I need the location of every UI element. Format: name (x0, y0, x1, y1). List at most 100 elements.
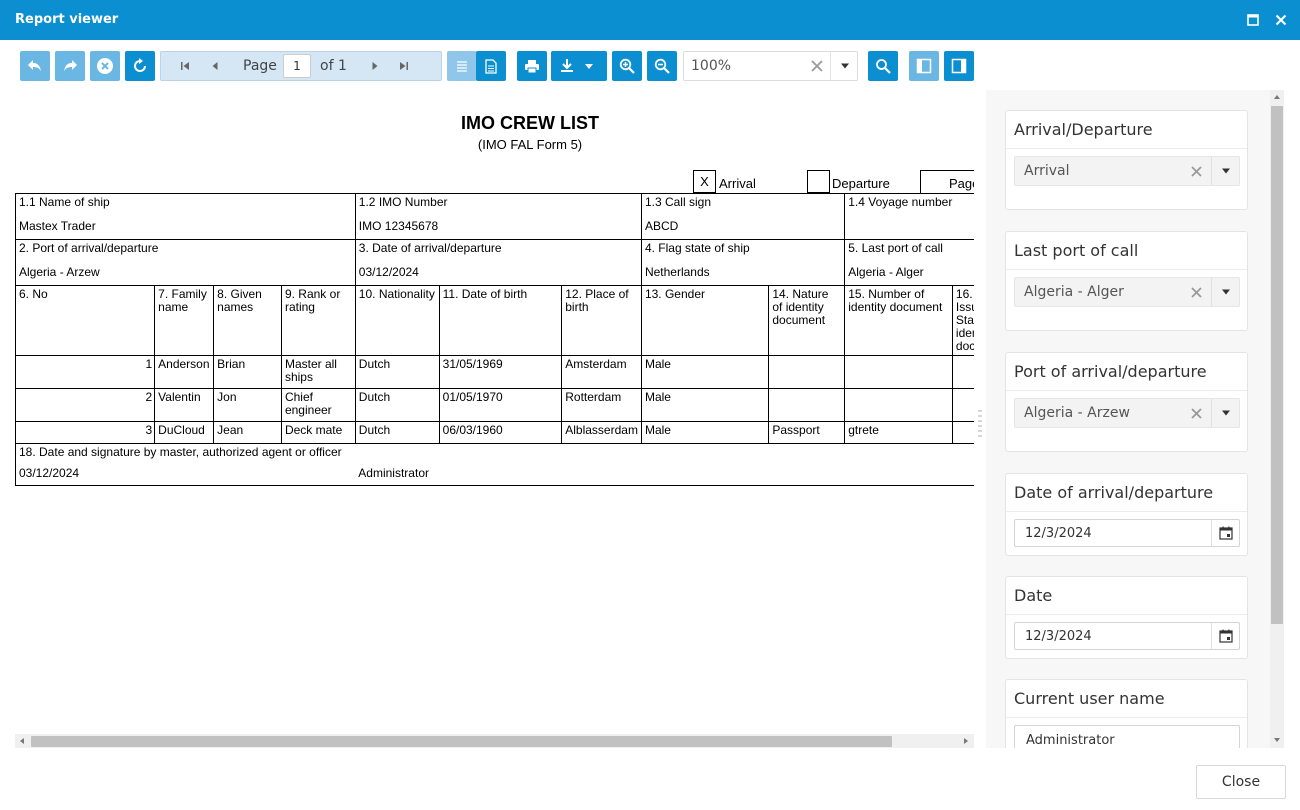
zoom-dropdown-toggle[interactable] (830, 52, 858, 80)
signature-date: 03/12/2024 (15, 464, 356, 486)
chevron-down-icon (1222, 168, 1230, 174)
multi-page-button[interactable] (476, 51, 506, 81)
previous-page-icon[interactable] (209, 60, 221, 72)
dropdown-toggle[interactable] (1211, 399, 1240, 427)
dropdown-toggle[interactable] (1211, 157, 1240, 185)
vertical-scrollbar[interactable] (1270, 90, 1284, 748)
clear-icon[interactable] (1190, 165, 1203, 178)
toolbar: Page 1 of 1 100% (0, 40, 1300, 115)
refresh-button[interactable] (125, 51, 155, 81)
flag-state-label: 4. Flag state of ship (640, 239, 846, 264)
crew-table: 1.1 Name of ship 1.2 IMO Number 1.3 Call… (15, 193, 974, 486)
table-row: 3 DuCloud Jean Deck mate Dutch 06/03/196… (15, 421, 974, 444)
redo-icon (64, 60, 77, 71)
row-family-name: DuCloud (154, 421, 215, 444)
dropdown-toggle[interactable] (1211, 278, 1240, 306)
print-button[interactable] (517, 51, 547, 81)
param-date-arrival: Date of arrival/departure 12/3/2024 (1005, 473, 1248, 556)
close-button[interactable]: Close (1196, 765, 1286, 799)
close-icon[interactable] (1272, 11, 1290, 29)
divider (1006, 511, 1247, 512)
ship-name: Mastex Trader (15, 217, 356, 240)
zoom-in-button[interactable] (612, 51, 642, 81)
row-given-names: Brian (213, 355, 282, 389)
cancel-circle-icon (97, 58, 113, 74)
clear-icon[interactable] (810, 59, 824, 73)
horizontal-scrollbar[interactable] (15, 734, 974, 748)
last-port-select[interactable]: Algeria - Alger (1014, 277, 1240, 307)
toggle-left-panel-button[interactable] (909, 51, 939, 81)
port-arrival-select[interactable]: Algeria - Arzew (1014, 398, 1240, 428)
row-gender: Male (640, 388, 770, 422)
col-header-place-of-birth: 12. Place of birth (561, 285, 642, 356)
pager: Page 1 of 1 (160, 51, 442, 81)
scrollbar-thumb[interactable] (31, 736, 892, 747)
export-button[interactable] (551, 51, 607, 81)
single-page-button[interactable] (447, 51, 477, 81)
row-rank: Chief engineer (280, 388, 356, 422)
row-id-nature (768, 388, 846, 422)
port-value: Algeria - Arzew (15, 263, 356, 286)
scroll-left-icon[interactable] (18, 737, 26, 745)
first-page-icon[interactable] (179, 60, 191, 72)
report-viewport: IMO CREW LIST (IMO FAL Form 5) X Arrival… (15, 90, 974, 734)
row-date-of-birth: 01/05/1970 (438, 388, 563, 422)
redo-button[interactable] (55, 51, 85, 81)
row-id-nature: Passport (768, 421, 846, 444)
maximize-icon[interactable] (1244, 11, 1262, 29)
imo-number: IMO 12345678 (354, 217, 642, 240)
align-lines-icon (457, 61, 467, 72)
row-nationality: Dutch (354, 355, 440, 389)
splitter-handle[interactable] (978, 408, 982, 440)
current-user-input[interactable]: Administrator (1014, 725, 1240, 748)
arrival-departure-select[interactable]: Arrival (1014, 156, 1240, 186)
search-button[interactable] (868, 51, 898, 81)
param-date: Date 12/3/2024 (1005, 576, 1248, 659)
departure-checkbox (807, 170, 830, 193)
last-page-icon[interactable] (398, 60, 410, 72)
zoom-out-button[interactable] (647, 51, 677, 81)
table-row: 1 Anderson Brian Master all ships Dutch … (15, 355, 974, 389)
row-place-of-birth: Amsterdam (561, 355, 642, 389)
flag-state: Netherlands (640, 263, 846, 286)
row-issuing-state (951, 421, 974, 444)
toggle-right-panel-button[interactable] (944, 51, 974, 81)
scroll-down-icon[interactable] (1273, 736, 1281, 744)
clear-icon[interactable] (1190, 286, 1203, 299)
search-icon (876, 59, 891, 74)
param-label: Date of arrival/departure (1014, 483, 1214, 502)
port-label: 2. Port of arrival/departure (15, 239, 356, 264)
report-title: IMO CREW LIST (461, 113, 599, 133)
col-header-issuing-state: 16. Issuing State of identity document (951, 285, 974, 356)
divider (1006, 390, 1247, 391)
row-date-of-birth: 06/03/1960 (438, 421, 563, 444)
calendar-button[interactable] (1211, 623, 1240, 649)
col-header-id-nature: 14. Nature of identity document (768, 285, 846, 356)
param-label: Last port of call (1014, 241, 1139, 260)
row-no: 2 (15, 388, 156, 422)
clear-icon[interactable] (1190, 407, 1203, 420)
col-header-family-name: 7. Family name (154, 285, 215, 356)
page-number-input[interactable]: 1 (283, 54, 311, 78)
zoom-value: 100% (691, 58, 732, 74)
date-input[interactable]: 12/3/2024 (1014, 622, 1240, 650)
stop-button[interactable] (90, 51, 120, 81)
divider (1006, 717, 1247, 718)
scroll-right-icon[interactable] (962, 737, 970, 745)
imo-number-label: 1.2 IMO Number (354, 193, 642, 218)
scroll-up-icon[interactable] (1273, 93, 1281, 101)
date-arrival-input[interactable]: 12/3/2024 (1014, 519, 1240, 547)
calendar-button[interactable] (1211, 520, 1240, 546)
zoom-select[interactable]: 100% (683, 51, 858, 81)
select-value: Algeria - Alger (1024, 284, 1124, 300)
next-page-icon[interactable] (369, 60, 381, 72)
param-label: Arrival/Departure (1014, 120, 1153, 139)
divider (1006, 269, 1247, 270)
scrollbar-thumb[interactable] (1271, 106, 1283, 624)
download-icon (561, 59, 593, 72)
parameters-panel: Arrival/Departure Arrival Last port of c… (986, 90, 1270, 748)
page-label: Page (243, 58, 277, 74)
refresh-icon (134, 58, 146, 72)
undo-button[interactable] (20, 51, 50, 81)
param-label: Port of arrival/departure (1014, 362, 1207, 381)
